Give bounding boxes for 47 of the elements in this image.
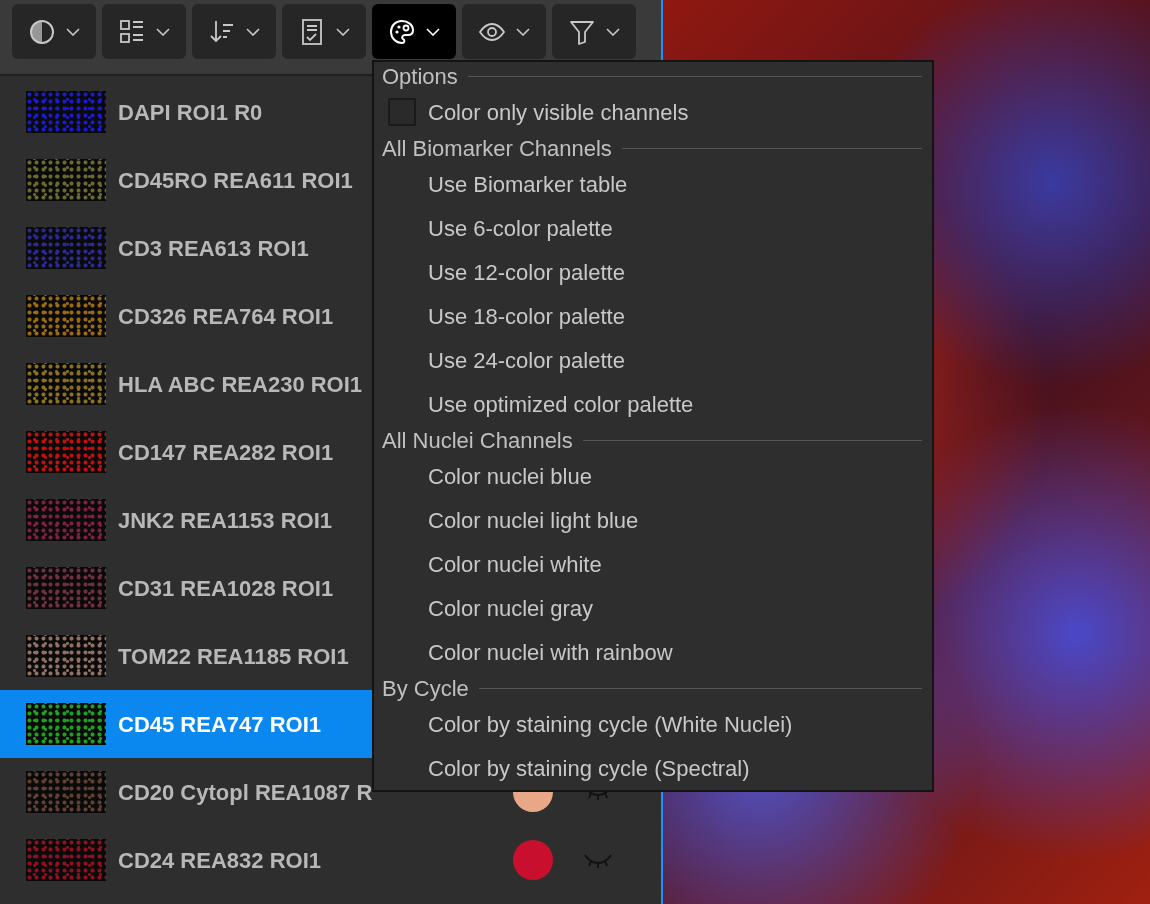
channel-name: CD20 Cytopl REA1087 R [118,778,373,807]
channel-name: DAPI ROI1 R0 [118,98,263,127]
option-label: Color only visible channels [428,98,689,127]
menu-item[interactable]: Use 24-color palette [428,343,625,377]
palette-menu-button[interactable] [372,4,456,59]
channel-name: CD147 REA282 ROI1 [118,438,334,467]
channel-name: CD31 REA1028 ROI1 [118,574,334,603]
channel-name: HLA ABC REA230 ROI1 [118,370,363,399]
menu-item[interactable]: Use 12-color palette [428,255,625,289]
list-view-menu-button[interactable] [102,4,186,59]
menu-item[interactable]: Color nuclei with rainbow [428,635,673,669]
channel-name: TOM22 REA1185 ROI1 [118,642,349,671]
sort-menu-button[interactable] [192,4,276,59]
chevron-down-icon [66,27,80,36]
section-header: All Nuclei Channels [382,426,573,455]
channel-name: CD326 REA764 ROI1 [118,302,334,331]
menu-item[interactable]: Use optimized color palette [428,387,694,421]
chevron-down-icon [516,27,530,36]
section-header: All Biomarker Channels [382,134,612,163]
channel-row[interactable]: CD24 REA832 ROI1 [0,826,661,894]
channel-name: JNK2 REA1153 ROI1 [118,506,332,535]
chevron-down-icon [246,27,260,36]
menu-item[interactable]: Use Biomarker table [428,167,628,201]
contrast-icon [28,17,56,46]
palette-icon [388,17,416,46]
menu-item[interactable]: Use 18-color palette [428,299,625,333]
list-view-icon [118,17,146,46]
channel-name: CD24 REA832 ROI1 [118,846,321,875]
checkbox-option[interactable]: Color only visible channels [374,90,932,134]
eye-menu-button[interactable] [462,4,546,59]
menu-item[interactable]: Color nuclei white [428,547,602,581]
menu-item[interactable]: Color nuclei light blue [428,503,639,537]
channel-name: CD45 REA747 ROI1 [118,710,321,739]
color-swatch[interactable] [513,840,553,880]
menu-item[interactable]: Color nuclei gray [428,591,594,625]
section-header: Options [382,62,458,91]
chevron-down-icon [156,27,170,36]
menu-item[interactable]: Use 6-color palette [428,211,613,245]
chevron-down-icon [336,27,350,36]
filter-menu-button[interactable] [552,4,636,59]
contrast-menu-button[interactable] [12,4,96,59]
chevron-down-icon [606,27,620,36]
chevron-down-icon [426,27,440,36]
channel-name: CD3 REA613 ROI1 [118,234,309,263]
checklist-menu-button[interactable] [282,4,366,59]
channel-name: CD45RO REA611 ROI1 [118,166,353,195]
menu-item[interactable]: Color nuclei blue [428,459,592,493]
